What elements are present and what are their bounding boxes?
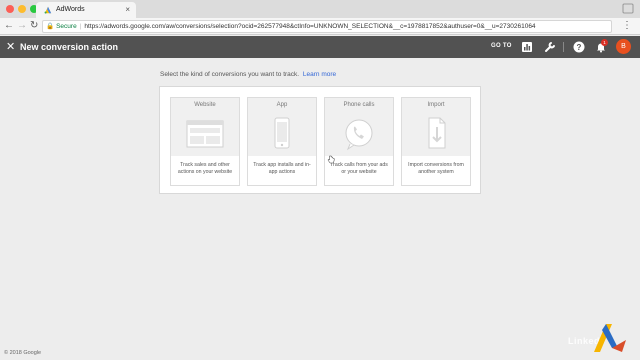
lock-icon: 🔒: [46, 23, 55, 30]
hand-cursor-icon: [327, 155, 335, 164]
selection-prompt: Select the kind of conversions you want …: [160, 71, 336, 78]
import-document-icon: [428, 117, 446, 149]
conversion-type-panel: Website Track sales and other actions on…: [159, 86, 481, 194]
address-separator: |: [79, 23, 82, 30]
notification-badge: 1: [601, 39, 608, 46]
card-description: Track sales and other actions on your we…: [177, 162, 233, 175]
browser-window-icon: [186, 120, 224, 148]
reports-icon[interactable]: [521, 41, 533, 53]
svg-text:?: ?: [577, 43, 582, 52]
address-bar[interactable]: 🔒 Secure | https://adwords.google.com/aw/co…: [42, 20, 612, 33]
phone-call-bubble-icon: [345, 119, 373, 151]
card-description: Import conversions from another system: [408, 162, 464, 175]
card-header: App: [248, 98, 316, 156]
reload-icon[interactable]: ↻: [30, 20, 38, 32]
phone-calls-card[interactable]: Phone calls Track calls from your ads or…: [324, 97, 394, 186]
forward-arrow-icon[interactable]: →: [17, 20, 27, 32]
back-arrow-icon[interactable]: ←: [4, 20, 14, 32]
close-icon[interactable]: ✕: [6, 40, 15, 54]
tab-close-icon[interactable]: ×: [125, 5, 130, 14]
website-card[interactable]: Website Track sales and other actions on…: [170, 97, 240, 186]
card-header: Import: [402, 98, 470, 156]
card-description: Track calls from your ads or your websit…: [330, 162, 388, 175]
adwords-favicon-icon: [44, 6, 52, 14]
browser-menu-icon[interactable]: ⋮: [622, 20, 632, 32]
browser-tab[interactable]: AdWords ×: [36, 2, 136, 18]
prompt-text: Select the kind of conversions you want …: [160, 71, 300, 78]
browser-profile-icon[interactable]: [622, 3, 634, 14]
mobile-phone-icon: [274, 117, 290, 149]
url-text: https://adwords.google.com/aw/conversion…: [84, 23, 536, 30]
tab-title: AdWords: [56, 6, 85, 13]
account-avatar[interactable]: B: [616, 39, 631, 54]
page-title: New conversion action: [20, 42, 119, 52]
card-header: Phone calls: [325, 98, 393, 156]
card-title: Import: [427, 102, 445, 108]
card-header: Website: [171, 98, 239, 156]
app-card[interactable]: App Track app installs and in-app action…: [247, 97, 317, 186]
header-divider: [563, 42, 564, 52]
help-icon[interactable]: ?: [573, 41, 585, 53]
secure-label: Secure: [56, 23, 77, 30]
card-title: Phone calls: [343, 102, 375, 108]
go-to-button[interactable]: GO TO: [491, 43, 512, 49]
window-close-button[interactable]: [6, 5, 14, 13]
card-title: Website: [194, 102, 216, 108]
card-title: App: [276, 102, 288, 108]
learn-more-link[interactable]: Learn more: [303, 71, 336, 78]
browser-tab-strip: AdWords ×: [0, 0, 640, 18]
import-card[interactable]: Import Import conversions from another s…: [401, 97, 471, 186]
card-description: Track app installs and in-app actions: [253, 162, 311, 175]
copyright-footer: © 2018 Google: [4, 350, 42, 356]
video-logo-icon: [594, 324, 626, 352]
wrench-icon[interactable]: [544, 41, 556, 53]
browser-toolbar: ← → ↻ 🔒 Secure | https://adwords.google.com…: [0, 18, 640, 35]
app-header: ✕ New conversion action GO TO ? 1 B: [0, 36, 640, 58]
window-minimize-button[interactable]: [18, 5, 26, 13]
